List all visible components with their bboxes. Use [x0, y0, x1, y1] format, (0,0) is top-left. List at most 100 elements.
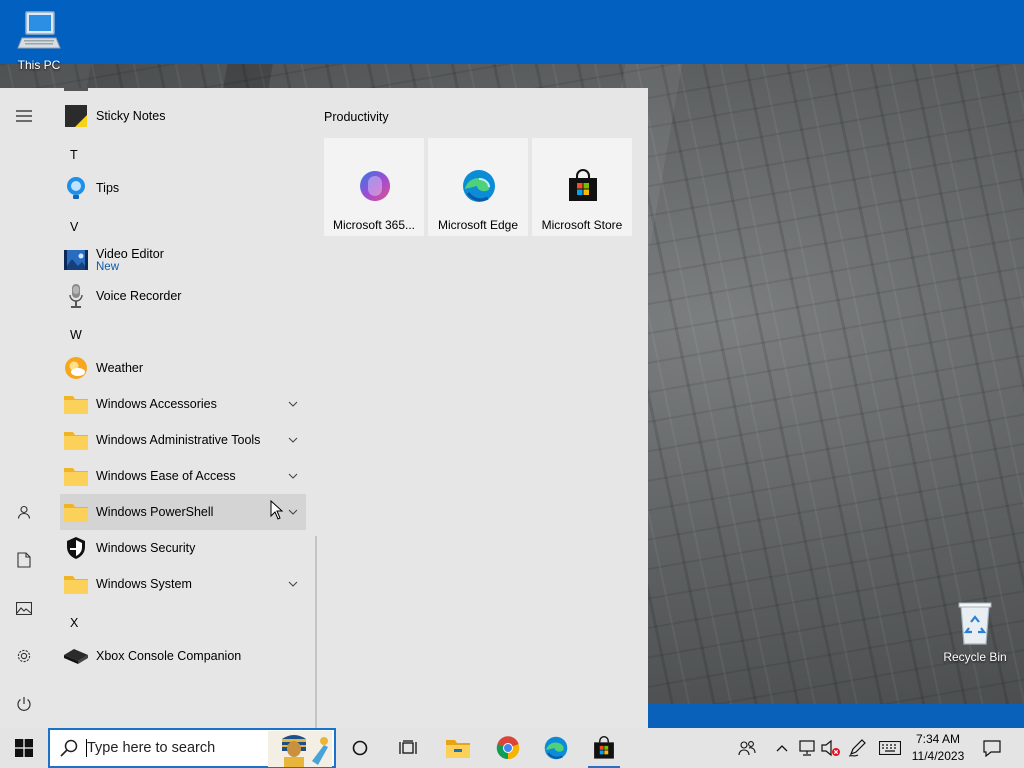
store-button[interactable]: [580, 728, 628, 768]
microsoft-365-icon: [360, 171, 391, 201]
start-button[interactable]: [0, 728, 48, 768]
action-center-button[interactable]: [978, 728, 1006, 768]
folder-icon: [64, 500, 88, 524]
network-button[interactable]: [796, 728, 818, 768]
clock-time: 7:34 AM: [915, 732, 961, 746]
folder-icon: [64, 392, 88, 416]
power-button[interactable]: [0, 680, 48, 728]
show-hidden-icons-button[interactable]: [772, 728, 792, 768]
folder-item-windows-ease-of-access[interactable]: Windows Ease of Access: [60, 458, 306, 494]
microphone-icon: [64, 284, 88, 308]
search-highlight-image[interactable]: [268, 731, 332, 767]
app-list: Sticky Notes T Tips V Video Editor New Vo…: [48, 88, 318, 728]
file-explorer-button[interactable]: [434, 728, 482, 768]
taskbar: Type here to search 7:34 AM 11/4/2023: [0, 728, 1024, 768]
letter-header-t[interactable]: T: [70, 148, 78, 162]
clock-date: 11/4/2023: [911, 749, 965, 763]
volume-button[interactable]: [820, 728, 842, 768]
folder-item-windows-accessories[interactable]: Windows Accessories: [60, 386, 306, 422]
store-icon: [569, 169, 597, 201]
people-button[interactable]: [734, 728, 760, 768]
pen-icon: [848, 739, 866, 757]
chrome-button[interactable]: [484, 728, 532, 768]
weather-icon: [64, 356, 88, 380]
video-editor-icon: [64, 248, 88, 272]
task-view-button[interactable]: [384, 728, 432, 768]
tile-group-title[interactable]: Productivity: [324, 110, 389, 124]
documents-button[interactable]: [0, 536, 48, 584]
document-icon: [17, 552, 31, 568]
app-label: Video Editor: [96, 247, 164, 261]
chevron-down-icon[interactable]: [286, 469, 300, 483]
cortana-button[interactable]: [336, 728, 384, 768]
start-rail: [0, 88, 48, 728]
letter-header-v[interactable]: V: [70, 220, 78, 234]
folder-icon: [64, 428, 88, 452]
app-icon-partial: [64, 88, 88, 91]
computer-icon: [17, 11, 61, 49]
power-icon: [17, 697, 31, 711]
chevron-down-icon[interactable]: [286, 397, 300, 411]
shield-icon: [64, 536, 88, 560]
desktop-icon-label: Recycle Bin: [943, 650, 1007, 664]
edge-icon: [463, 170, 495, 202]
desktop-icon-this-pc[interactable]: This PC: [2, 8, 76, 72]
letter-header-w[interactable]: W: [70, 328, 82, 342]
app-item-voice-recorder[interactable]: Voice Recorder: [60, 278, 306, 314]
new-badge: New: [96, 261, 120, 273]
settings-button[interactable]: [0, 632, 48, 680]
chevron-down-icon[interactable]: [286, 433, 300, 447]
clock[interactable]: 7:34 AM 11/4/2023: [906, 731, 970, 765]
volume-muted-icon: [821, 739, 840, 757]
edge-icon: [544, 736, 568, 760]
hamburger-menu-icon: [16, 110, 32, 122]
app-label: Windows Security: [96, 541, 196, 555]
windows-ink-button[interactable]: [846, 728, 870, 768]
app-item-xbox-console-companion[interactable]: Xbox Console Companion: [60, 638, 306, 674]
folder-icon: [64, 464, 88, 488]
app-list-scrollbar[interactable]: [315, 536, 317, 728]
folder-icon: [64, 572, 88, 596]
tile-microsoft-edge[interactable]: Microsoft Edge: [428, 138, 528, 236]
desktop-icon-recycle-bin[interactable]: Recycle Bin: [938, 600, 1012, 664]
user-account-button[interactable]: [0, 488, 48, 536]
network-icon: [799, 740, 815, 756]
chevron-down-icon[interactable]: [286, 505, 300, 519]
app-label: Xbox Console Companion: [96, 649, 242, 663]
edge-button[interactable]: [532, 728, 580, 768]
tile-microsoft-store[interactable]: Microsoft Store: [532, 138, 632, 236]
search-box[interactable]: Type here to search: [48, 728, 336, 768]
sticky-notes-icon: [64, 104, 88, 128]
desktop-top-band: [0, 0, 1024, 64]
folder-item-windows-administrative-tools[interactable]: Windows Administrative Tools: [60, 422, 306, 458]
app-item-video-editor[interactable]: Video Editor New: [60, 242, 306, 278]
chevron-down-icon[interactable]: [286, 577, 300, 591]
tile-microsoft-365[interactable]: Microsoft 365...: [324, 138, 424, 236]
settings-icon: [17, 649, 31, 663]
search-placeholder: Type here to search: [87, 739, 216, 756]
keyboard-icon: [879, 741, 901, 755]
cortana-icon: [352, 740, 368, 756]
desktop-icon-label: This PC: [17, 58, 61, 72]
recycle-bin-icon: [958, 602, 992, 645]
app-item-weather[interactable]: Weather: [60, 350, 306, 386]
tile-label: Microsoft 365...: [332, 218, 416, 232]
search-icon: [60, 739, 78, 757]
app-item-tips[interactable]: Tips: [60, 170, 306, 206]
app-label: Windows Ease of Access: [96, 469, 236, 483]
chevron-up-icon: [776, 745, 788, 752]
app-label: Windows System: [96, 577, 192, 591]
touch-keyboard-button[interactable]: [876, 728, 904, 768]
app-label: Windows Administrative Tools: [96, 433, 261, 447]
app-item-sticky-notes[interactable]: Sticky Notes: [60, 98, 306, 134]
app-label: Voice Recorder: [96, 289, 182, 303]
tile-label: Microsoft Store: [541, 218, 623, 232]
app-item-windows-security[interactable]: Windows Security: [60, 530, 306, 566]
expand-menu-button[interactable]: [0, 92, 48, 140]
action-center-icon: [983, 739, 1001, 757]
file-explorer-icon: [446, 740, 470, 758]
start-menu: Sticky Notes T Tips V Video Editor New Vo…: [0, 88, 648, 728]
pictures-button[interactable]: [0, 584, 48, 632]
letter-header-x[interactable]: X: [70, 616, 78, 630]
folder-item-windows-system[interactable]: Windows System: [60, 566, 306, 602]
